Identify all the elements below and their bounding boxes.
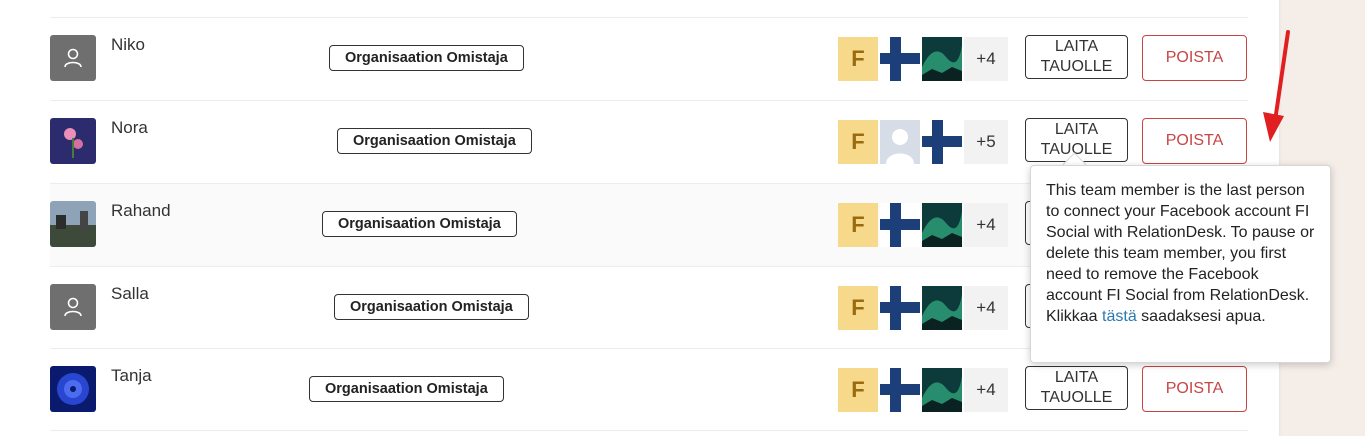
more-accounts-count: +5	[964, 120, 1008, 164]
facebook-f-icon: F	[838, 120, 878, 164]
pause-button[interactable]: LAITA TAUOLLE	[1025, 366, 1128, 410]
default-avatar-icon	[50, 284, 96, 330]
role-badge: Organisaation Omistaja	[329, 45, 524, 71]
more-accounts-count: +4	[964, 37, 1008, 81]
member-name: Rahand	[111, 201, 171, 220]
tooltip-suffix: saadaksesi apua.	[1141, 308, 1266, 325]
more-accounts-count: +4	[964, 286, 1008, 330]
facebook-f-icon: F	[838, 368, 878, 412]
aurora-image-icon	[922, 203, 962, 247]
member-name: Niko	[111, 35, 146, 54]
finland-flag-icon	[880, 203, 920, 247]
red-arrow-icon	[1263, 30, 1290, 142]
delete-button[interactable]: POISTA	[1142, 118, 1247, 164]
table-row: Niko Organisaation Omistaja F +4 LAITA TA…	[50, 17, 1248, 100]
more-accounts-count: +4	[964, 203, 1008, 247]
blue-flower-avatar-icon	[50, 366, 96, 412]
facebook-f-icon: F	[838, 286, 878, 330]
finland-flag-icon	[880, 37, 920, 81]
aurora-image-icon	[922, 37, 962, 81]
role-badge: Organisaation Omistaja	[337, 128, 532, 154]
role-badge: Organisaation Omistaja	[334, 294, 529, 320]
person-silhouette-icon	[880, 120, 920, 164]
role-badge: Organisaation Omistaja	[322, 211, 517, 237]
aurora-image-icon	[922, 286, 962, 330]
default-avatar-icon	[50, 35, 96, 81]
delete-button[interactable]: POISTA	[1142, 366, 1247, 412]
finland-flag-icon	[922, 120, 962, 164]
row-divider	[50, 430, 1248, 431]
help-link[interactable]: tästä	[1102, 308, 1137, 325]
member-name: Nora	[111, 118, 148, 137]
role-badge: Organisaation Omistaja	[309, 376, 504, 402]
member-name: Salla	[111, 284, 149, 303]
street-photo-avatar-icon	[50, 201, 96, 247]
tooltip: This team member is the last person to c…	[1030, 165, 1331, 363]
facebook-f-icon: F	[838, 203, 878, 247]
delete-button[interactable]: POISTA	[1142, 35, 1247, 81]
more-accounts-count: +4	[964, 368, 1008, 412]
finland-flag-icon	[880, 286, 920, 330]
pause-button[interactable]: LAITA TAUOLLE	[1025, 35, 1128, 79]
facebook-f-icon: F	[838, 37, 878, 81]
finland-flag-icon	[880, 368, 920, 412]
aurora-image-icon	[922, 368, 962, 412]
tooltip-text: This team member is the last person to c…	[1046, 182, 1315, 325]
flower-avatar-icon	[50, 118, 96, 164]
member-name: Tanja	[111, 366, 152, 385]
